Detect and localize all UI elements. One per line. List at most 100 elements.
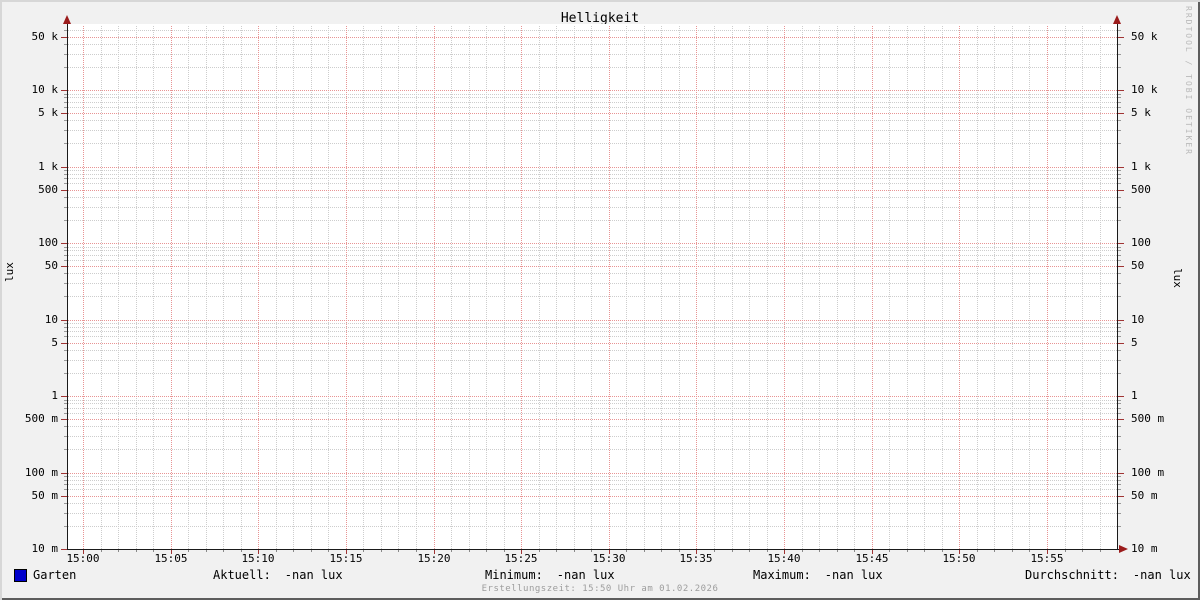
x-axis-minor-tick bbox=[994, 550, 995, 552]
plot-area: 10 m 10 m 50 m 50 m 100 m 100 m 500 m 500 m 1 1 5 5… bbox=[0, 0, 1200, 600]
y-axis-minor-tick-right bbox=[1118, 327, 1121, 328]
x-axis-minor-tick bbox=[837, 550, 838, 552]
y-axis-minor-tick-right bbox=[1118, 174, 1121, 175]
grid-line-minor-v bbox=[749, 26, 750, 549]
x-axis-tick-label: 15:20 bbox=[417, 552, 451, 565]
y-axis-major-tick-right bbox=[1118, 496, 1124, 497]
y-axis-minor-tick-right bbox=[1118, 331, 1121, 332]
y-axis-tick-label-left: 10 k bbox=[31, 83, 59, 96]
y-axis-major-tick-right bbox=[1118, 243, 1124, 244]
y-axis-minor-tick-right bbox=[1118, 480, 1121, 481]
x-axis-minor-tick bbox=[574, 550, 575, 552]
grid-line-minor-v bbox=[118, 26, 119, 549]
y-axis-tick-label-right: 50 k bbox=[1131, 30, 1158, 43]
grid-line-minor-v bbox=[1065, 26, 1066, 549]
y-axis-minor-tick-right bbox=[1118, 513, 1121, 514]
y-axis-minor-tick-right bbox=[1118, 408, 1121, 409]
grid-line-minor-v bbox=[504, 26, 505, 549]
x-axis-tick-label: 15:10 bbox=[241, 552, 275, 565]
y-axis-tick-label-right: 100 m bbox=[1131, 466, 1165, 479]
y-axis-minor-tick-right bbox=[1118, 130, 1121, 131]
x-axis-minor-tick bbox=[206, 550, 207, 552]
x-axis-minor-tick bbox=[907, 550, 908, 552]
y-axis-tick-label-left: 100 m bbox=[24, 466, 58, 479]
grid-line-minor-v bbox=[556, 26, 557, 549]
y-axis-minor-tick-right bbox=[1118, 197, 1121, 198]
grid-line-minor-v bbox=[451, 26, 452, 549]
x-axis-minor-tick bbox=[311, 550, 312, 552]
y-axis-tick-label-right: 500 bbox=[1131, 183, 1151, 196]
grid-line-major-v bbox=[696, 26, 697, 549]
grid-line-major-v bbox=[346, 26, 347, 549]
grid-line-minor-v bbox=[293, 26, 294, 549]
grid-line-major-v bbox=[83, 26, 84, 549]
grid-line-minor-v bbox=[942, 26, 943, 549]
x-axis-minor-tick bbox=[819, 550, 820, 552]
y-axis-tick-label-left: 50 k bbox=[31, 30, 59, 43]
y-axis-minor-tick-right bbox=[1118, 476, 1121, 477]
y-axis-minor-tick-right bbox=[1118, 296, 1121, 297]
grid-line-minor-v bbox=[276, 26, 277, 549]
y-axis-minor-tick-right bbox=[1118, 373, 1121, 374]
y-axis-tick-label-right: 1 bbox=[1131, 389, 1138, 402]
grid-line-minor-v bbox=[1082, 26, 1083, 549]
y-axis-minor-tick-right bbox=[1118, 526, 1121, 527]
y-axis-major-tick-right bbox=[1118, 419, 1124, 420]
x-axis-minor-tick bbox=[223, 550, 224, 552]
grid-line-minor-v bbox=[819, 26, 820, 549]
grid-line-minor-v bbox=[311, 26, 312, 549]
y-axis-tick-label-right: 5 bbox=[1131, 336, 1138, 349]
y-axis-minor-tick-right bbox=[1118, 183, 1121, 184]
y-axis-major-tick-right bbox=[1118, 343, 1124, 344]
x-axis-minor-tick bbox=[661, 550, 662, 552]
x-axis-tick-label: 15:35 bbox=[679, 552, 713, 565]
grid-line-minor-v bbox=[363, 26, 364, 549]
y-axis-tick-label-left: 5 k bbox=[38, 106, 58, 119]
x-axis-tick-label: 15:05 bbox=[154, 552, 188, 565]
y-axis-minor-tick-right bbox=[1118, 260, 1121, 261]
y-axis-tick-label-left: 5 bbox=[51, 336, 58, 349]
y-axis-minor-tick-right bbox=[1118, 67, 1121, 68]
y-axis-major-tick-right bbox=[1118, 37, 1124, 38]
y-axis-minor-tick-right bbox=[1118, 360, 1121, 361]
y-axis-minor-tick-right bbox=[1118, 400, 1121, 401]
grid-line-major-v bbox=[609, 26, 610, 549]
y-axis-minor-tick-right bbox=[1118, 143, 1121, 144]
y-axis-minor-tick-right bbox=[1118, 489, 1121, 490]
y-axis-minor-tick-right bbox=[1118, 120, 1121, 121]
y-axis-tick-label-right: 5 k bbox=[1131, 106, 1151, 119]
grid-line-minor-v bbox=[1029, 26, 1030, 549]
grid-line-minor-v bbox=[714, 26, 715, 549]
y-axis-major-tick-right bbox=[1118, 320, 1124, 321]
grid-line-major-v bbox=[434, 26, 435, 549]
y-axis-line-right bbox=[1117, 23, 1118, 550]
grid-line-minor-v bbox=[907, 26, 908, 549]
y-axis-major-tick-right bbox=[1118, 190, 1124, 191]
y-axis-tick-label-right: 50 bbox=[1131, 259, 1145, 272]
grid-line-minor-v bbox=[328, 26, 329, 549]
grid-line-minor-v bbox=[854, 26, 855, 549]
x-axis-minor-tick bbox=[556, 550, 557, 552]
y-axis-minor-tick-right bbox=[1118, 178, 1121, 179]
grid-line-minor-v bbox=[539, 26, 540, 549]
rrdtool-graph: Helligkeit RRDTOOL / TOBI OETIKER lux lu… bbox=[0, 0, 1200, 600]
grid-line-major-v bbox=[171, 26, 172, 549]
y-axis-arrow-left bbox=[63, 15, 71, 24]
y-axis-major-tick-right bbox=[1118, 90, 1124, 91]
y-axis-minor-tick-right bbox=[1118, 107, 1121, 108]
grid-line-minor-v bbox=[223, 26, 224, 549]
y-axis-minor-tick-right bbox=[1118, 403, 1121, 404]
y-axis-minor-tick-right bbox=[1118, 255, 1121, 256]
y-axis-minor-tick-right bbox=[1118, 102, 1121, 103]
x-axis-minor-tick bbox=[749, 550, 750, 552]
grid-line-minor-v bbox=[732, 26, 733, 549]
y-axis-tick-label-left: 100 bbox=[38, 236, 58, 249]
x-axis-line bbox=[67, 549, 1120, 550]
x-axis-minor-tick bbox=[381, 550, 382, 552]
grid-line-minor-v bbox=[837, 26, 838, 549]
y-axis-major-tick-right bbox=[1118, 167, 1124, 168]
x-axis-minor-tick bbox=[398, 550, 399, 552]
y-axis-minor-tick-right bbox=[1118, 426, 1121, 427]
y-axis-minor-tick-right bbox=[1118, 436, 1121, 437]
y-axis-major-tick-right bbox=[1118, 396, 1124, 397]
